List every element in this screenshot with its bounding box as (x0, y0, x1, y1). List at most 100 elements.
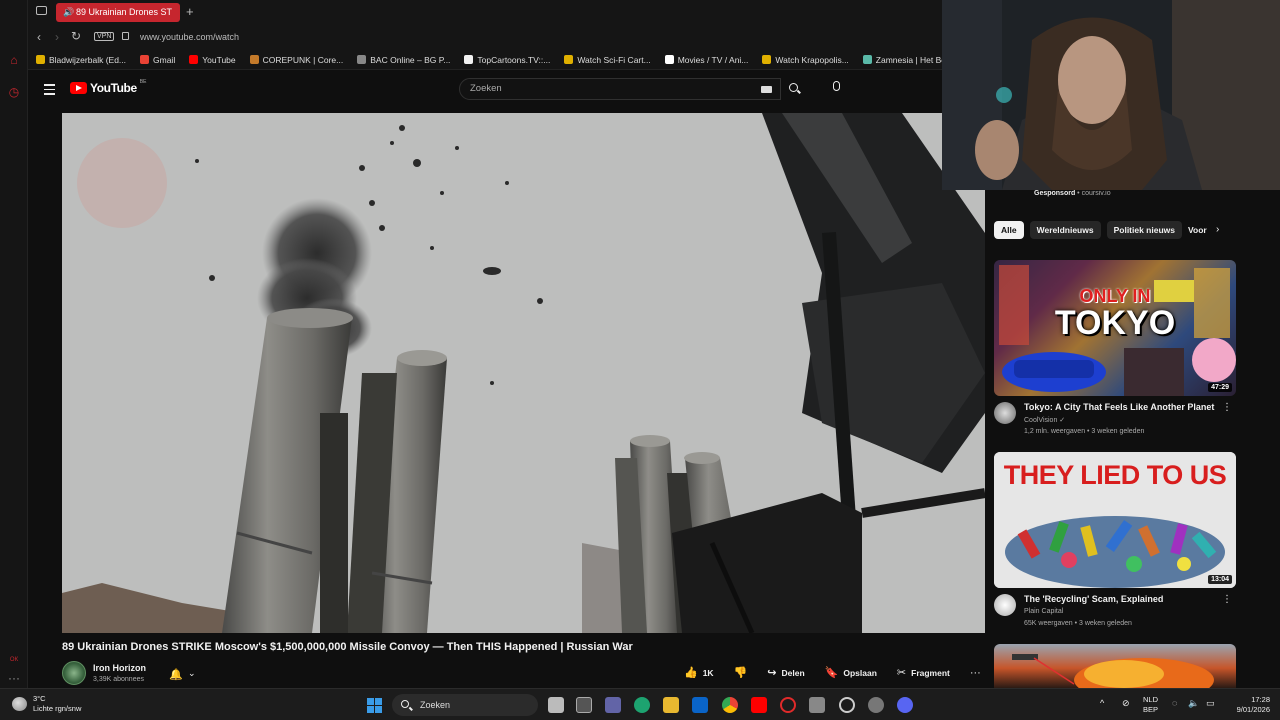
more-actions-icon[interactable]: ··· (970, 667, 981, 679)
bookmark-favicon-icon (464, 55, 474, 64)
bookmark-9[interactable]: Zamnesia | Het Be... (862, 55, 953, 65)
weather-text: Lichte rgn/snw (33, 704, 82, 713)
store-icon[interactable] (576, 697, 592, 713)
network-icon[interactable]: ⊘ (1122, 698, 1130, 708)
webcam-frame (942, 0, 1280, 190)
bookmark-label: Movies / TV / Ani... (677, 54, 749, 65)
search-input[interactable]: Zoeken (459, 78, 781, 100)
recommendation-3[interactable] (994, 644, 1236, 688)
volume-icon[interactable]: 🔈 (1188, 698, 1199, 708)
video-title: 89 Ukrainian Drones STRIKE Moscow's $1,5… (62, 641, 633, 653)
temperature: 3°C (33, 694, 46, 703)
clock[interactable]: 17:28 9/01/2026 (1228, 695, 1270, 715)
vpn-badge[interactable]: VPN (94, 32, 115, 41)
video-player[interactable] (62, 113, 985, 633)
bag-icon[interactable]: ⌂ (6, 52, 22, 68)
bookmark-1[interactable]: Gmail (140, 55, 175, 65)
bookmark-6[interactable]: Watch Sci-Fi Cart... (564, 55, 651, 65)
dislike-button[interactable]: 👎 (734, 666, 748, 679)
recommendation-2[interactable]: THEY LIED TO US 13:04 The 'Recycling' Sc… (994, 452, 1236, 632)
more-vert-icon[interactable]: ⋮ (1222, 594, 1232, 605)
url-field[interactable]: www.youtube.com/watch (140, 32, 239, 42)
youtube-logo[interactable]: YouTube BE (70, 79, 146, 95)
task-view-icon[interactable] (548, 697, 564, 713)
lock-icon[interactable] (122, 32, 129, 40)
wifi-icon[interactable]: ◌ (1172, 698, 1177, 708)
history-icon[interactable]: ◷ (6, 84, 22, 100)
like-count: 1K (702, 667, 714, 678)
new-tab-button[interactable]: + (186, 4, 194, 19)
bookmark-favicon-icon (140, 55, 150, 64)
sponsored-line[interactable]: Gesponsord • coursiv.io (1034, 190, 1111, 197)
bookmark-5[interactable]: TopCartoons.TV::... (464, 55, 550, 65)
tab-active[interactable]: 🔊 89 Ukrainian Drones ST (56, 3, 180, 22)
ext-icon[interactable]: ОК (6, 652, 22, 668)
keyboard-icon[interactable] (761, 86, 772, 93)
language-code: NLD (1143, 695, 1159, 704)
thumbnail-tokyo[interactable]: ONLY IN TOKYO 47:29 (994, 260, 1236, 396)
reload-icon[interactable]: ↻ (71, 29, 81, 43)
channel-label: CoolVision (1024, 417, 1058, 424)
duration-badge: 47:29 (1208, 383, 1232, 392)
forward-icon[interactable]: › (55, 30, 59, 44)
more-vert-icon[interactable]: ⋮ (1222, 402, 1232, 413)
menu-icon[interactable] (44, 84, 55, 98)
outlook-icon[interactable] (692, 697, 708, 713)
share-button[interactable]: ↪ Delen (767, 666, 804, 679)
bookmark-0[interactable]: Bladwijzerbalk (Ed... (36, 55, 126, 65)
channel-avatar[interactable] (62, 661, 86, 685)
save-button[interactable]: 🔖 Opslaan (825, 666, 877, 679)
verified-icon: ✓ (1059, 417, 1066, 424)
thumbnail-recycling[interactable]: THEY LIED TO US 13:04 (994, 452, 1236, 588)
chip-1[interactable]: Wereldnieuws (1029, 221, 1101, 239)
microphone-icon[interactable] (833, 81, 840, 91)
youtube-app-icon[interactable] (751, 697, 767, 713)
like-button[interactable]: 👍 1K (684, 666, 714, 679)
bookmark-favicon-icon (189, 55, 199, 64)
channel-avatar[interactable] (994, 594, 1016, 616)
bookmark-favicon-icon (564, 55, 574, 64)
chevron-down-icon[interactable]: ⌄ (188, 668, 196, 679)
recommendation-channel[interactable]: Plain Capital (1024, 608, 1063, 615)
bookmark-8[interactable]: Watch Krapopolis... (762, 55, 849, 65)
chrome-icon[interactable] (722, 697, 738, 713)
recommendation-title[interactable]: The 'Recycling' Scam, Explained (1024, 594, 1163, 604)
media-icon[interactable] (839, 697, 855, 713)
settings-icon[interactable] (868, 697, 884, 713)
clip-button[interactable]: ✂ Fragment (897, 666, 950, 679)
windows-start-icon[interactable] (367, 698, 382, 713)
recommendation-channel[interactable]: CoolVision ✓ (1024, 416, 1065, 424)
recommendation-1[interactable]: ONLY IN TOKYO 47:29 Tokyo: A City That F… (994, 260, 1236, 440)
teams-icon[interactable] (605, 697, 621, 713)
language-indicator[interactable]: NLD BEP (1143, 695, 1158, 715)
chip-0[interactable]: Alle (994, 221, 1024, 239)
discord-icon[interactable] (897, 697, 913, 713)
taskbar-search[interactable]: Zoeken (392, 694, 538, 716)
chevron-right-icon[interactable]: › (1216, 224, 1219, 235)
bookmark-4[interactable]: BAC Online – BG P... (357, 55, 450, 65)
edge-icon[interactable] (634, 697, 650, 713)
tray-chevron-icon[interactable]: ^ (1100, 698, 1104, 708)
bookmark-2[interactable]: YouTube (189, 55, 236, 65)
weather-widget[interactable]: 3°C Lichte rgn/snw (12, 694, 81, 714)
video-actions: 👍 1K 👎 ↪ Delen 🔖 Opslaan ✂ Fragment ··· (684, 666, 981, 680)
bell-icon[interactable]: 🔔 (169, 668, 183, 681)
opera-icon[interactable] (780, 697, 796, 713)
channel-name[interactable]: Iron Horizon (93, 663, 146, 673)
channel-avatar[interactable] (994, 402, 1016, 424)
search-button[interactable] (782, 78, 808, 100)
file-explorer-icon[interactable] (663, 697, 679, 713)
bookmark-3[interactable]: COREPUNK | Core... (249, 55, 343, 65)
more-icon[interactable]: ··· (6, 670, 22, 686)
calculator-icon[interactable] (809, 697, 825, 713)
recommendation-title[interactable]: Tokyo: A City That Feels Like Another Pl… (1024, 402, 1214, 412)
chip-2[interactable]: Politiek nieuws (1106, 221, 1182, 239)
bookmark-7[interactable]: Movies / TV / Ani... (664, 54, 749, 65)
speaker-icon[interactable]: 🔊 (63, 3, 74, 22)
workspaces-icon[interactable] (36, 6, 47, 15)
taskbar-search-label: Zoeken (420, 700, 451, 710)
battery-icon[interactable]: ▭ (1206, 698, 1215, 708)
back-icon[interactable]: ‹ (37, 30, 41, 44)
thumbnail-explosion[interactable] (994, 644, 1236, 688)
chip-3[interactable]: Voor (1188, 221, 1214, 239)
